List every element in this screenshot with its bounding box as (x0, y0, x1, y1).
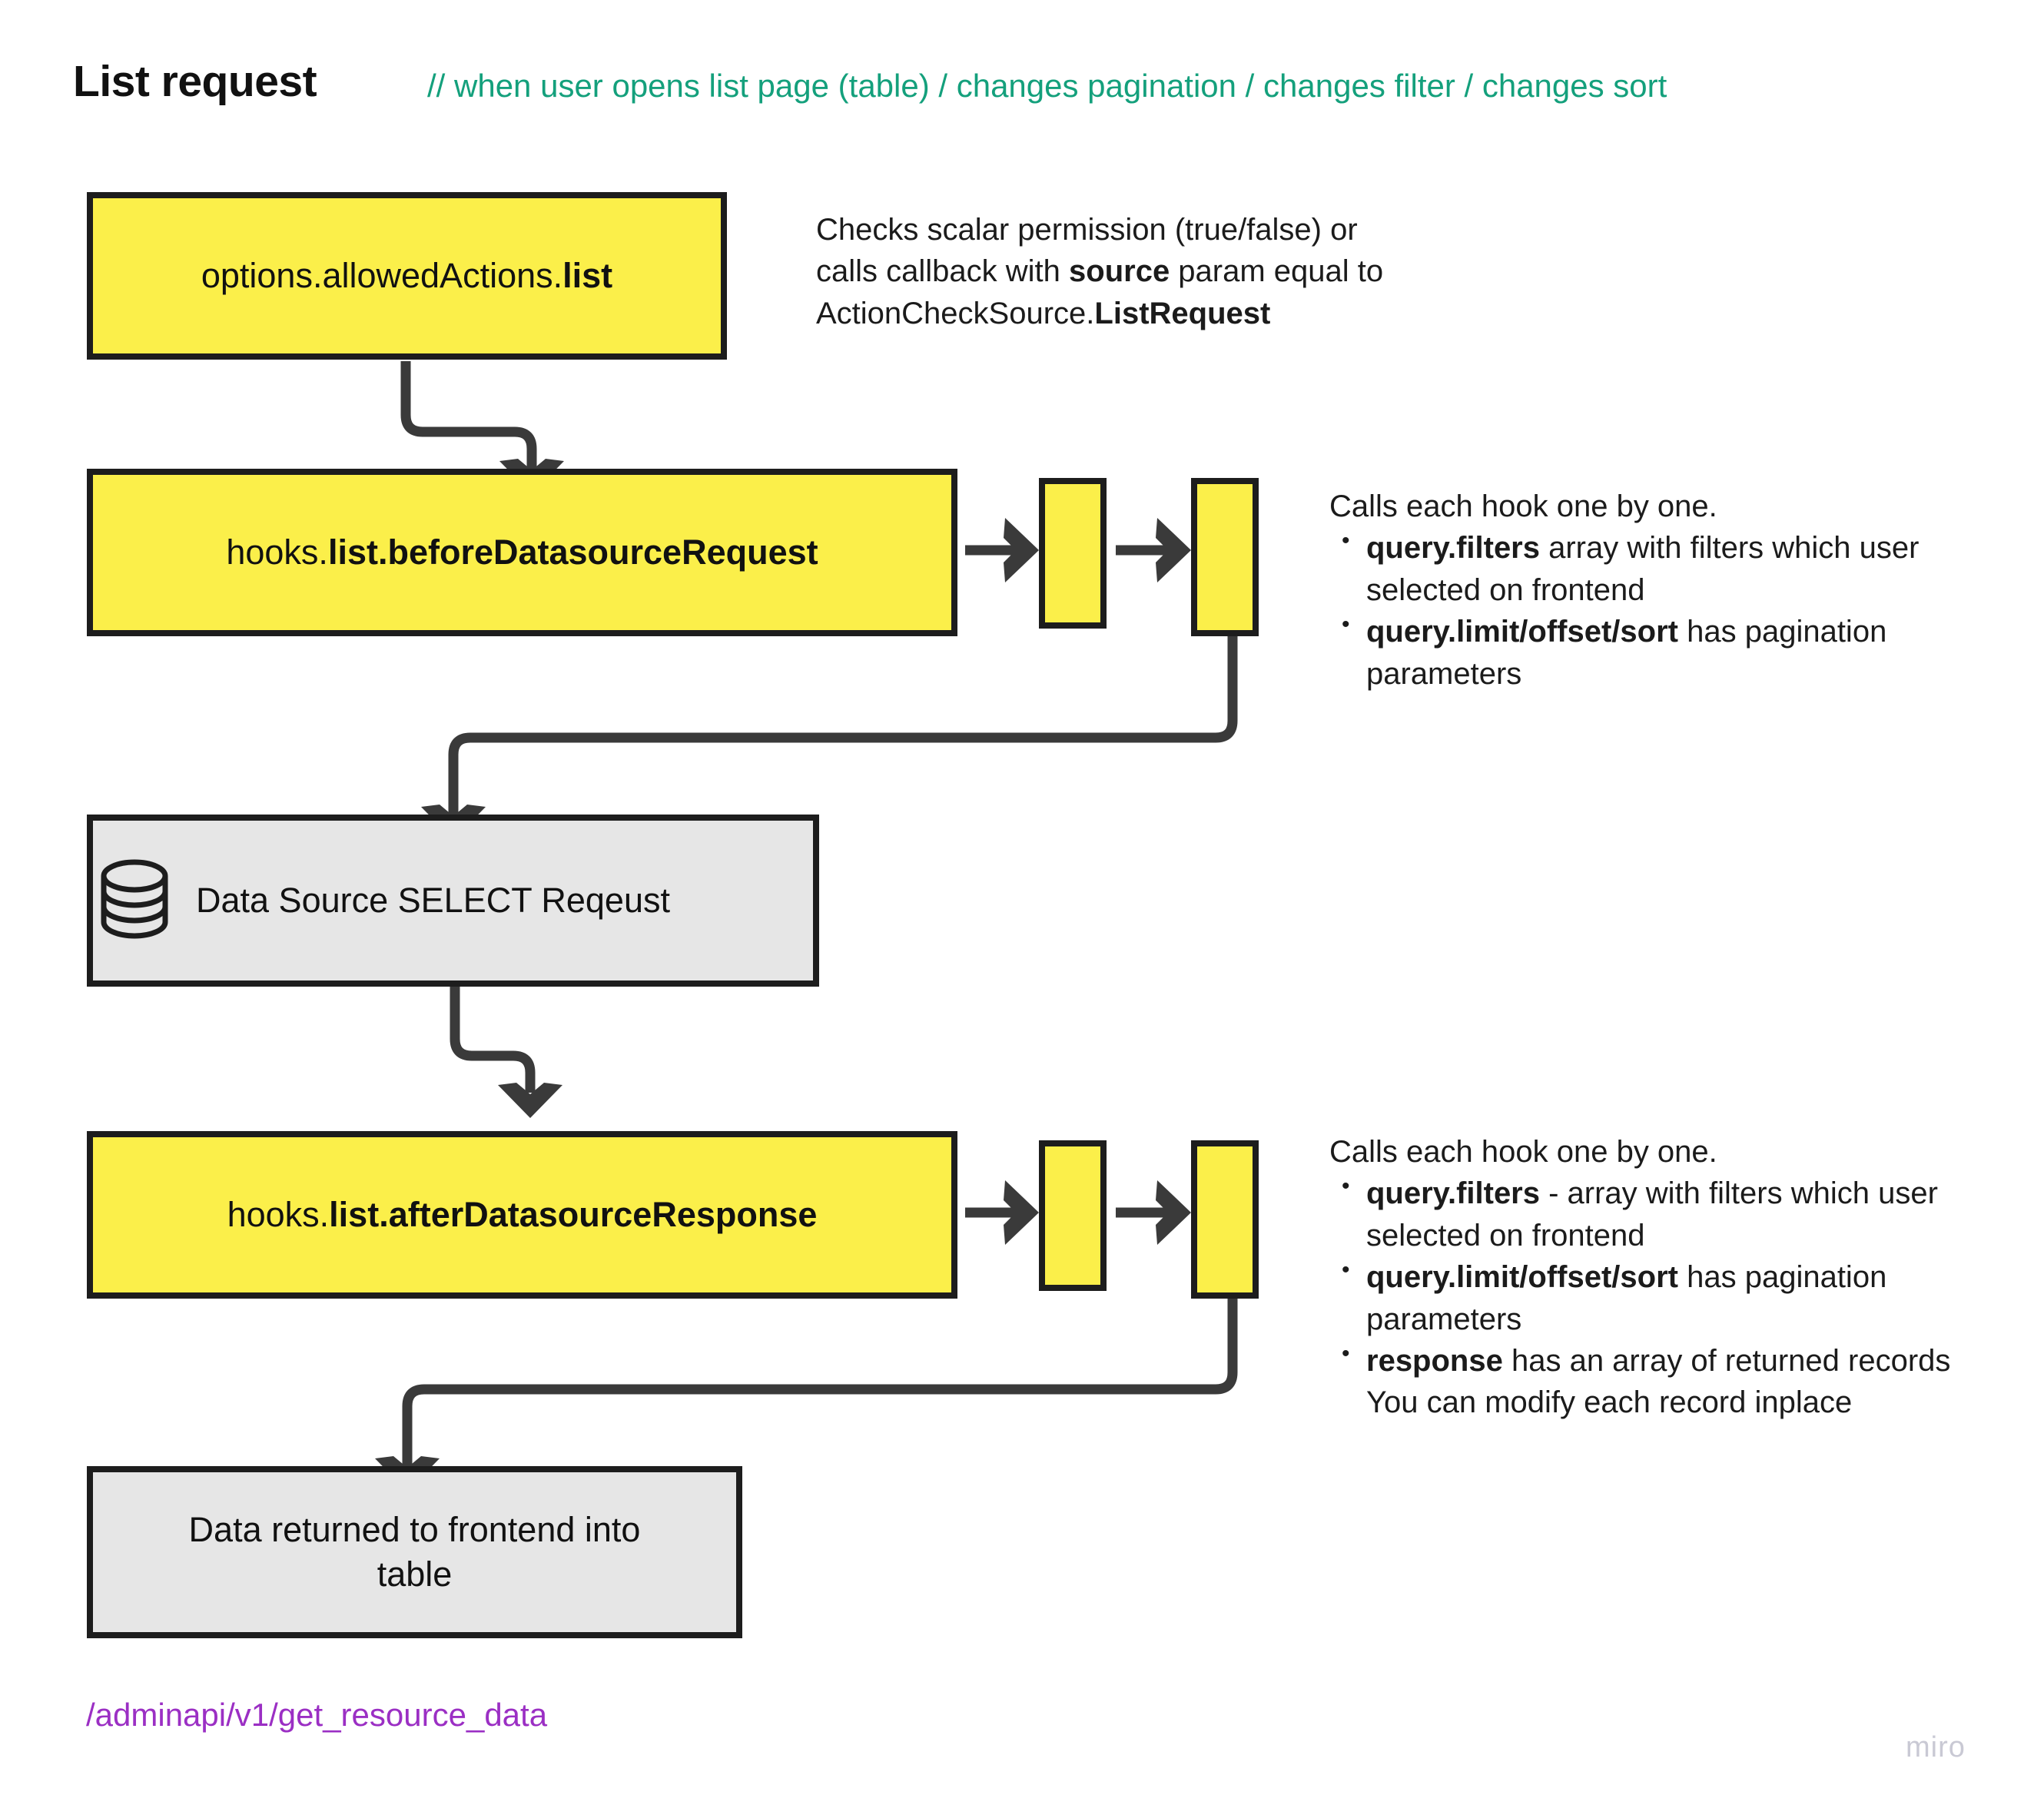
page-title: List request (73, 57, 317, 106)
node-result-label: Data returned to frontend into table (188, 1510, 641, 1594)
page-subtitle: // when user opens list page (table) / c… (427, 68, 1667, 104)
arrowhead-afterhook (498, 1083, 562, 1118)
node-allowed-actions-text: options.allowedActions. (201, 256, 563, 296)
node-allowed-actions-list[interactable]: options.allowedActions.list (87, 192, 727, 360)
list-item: query.filters array with filters which u… (1329, 526, 1936, 611)
node-before-hook-bold: list.beforeDatasourceRequest (327, 533, 818, 572)
list-item: query.limit/offset/sort has pagination p… (1329, 1255, 1967, 1340)
node-after-hook-label: hooks.list.afterDatasourceResponse (209, 1193, 836, 1237)
diagram-canvas: List request // when user opens list pag… (0, 0, 2044, 1805)
node-after-hook-bold: list.afterDatasourceResponse (329, 1195, 818, 1235)
chain-arrowhead-1a (1004, 518, 1039, 582)
annotation-permission-line3: ActionCheckSource.ListRequest (816, 296, 1271, 330)
list-item: response has an array of returned record… (1329, 1339, 1967, 1382)
node-before-datasource-request[interactable]: hooks.list.beforeDatasourceRequest (87, 469, 957, 636)
chain-arrowhead-2b (1156, 1180, 1191, 1245)
annotation-permission-line2: calls callback with source param equal t… (816, 254, 1384, 289)
datasource-row: Data Source SELECT Reqeust (93, 858, 670, 944)
chain-box-after-2[interactable] (1191, 1140, 1259, 1299)
endpoint-path: /adminapi/v1/get_resource_data (86, 1697, 548, 1733)
node-before-hook-label: hooks.list.beforeDatasourceRequest (207, 530, 836, 575)
node-data-returned-to-frontend[interactable]: Data returned to frontend into table (87, 1466, 742, 1638)
node-allowed-actions-label: options.allowedActions.list (183, 254, 631, 298)
database-icon (99, 858, 170, 944)
connector-datasource-to-afterhook (450, 987, 536, 1093)
chain-arrowhead-1b (1156, 518, 1191, 582)
annotation-permission-line1: Checks scalar permission (true/false) or (816, 213, 1358, 247)
node-datasource-label: Data Source SELECT Reqeust (196, 881, 670, 921)
connector-allowedactions-to-beforehook (400, 361, 537, 469)
chain-box-before-1[interactable] (1039, 478, 1107, 629)
annotation-before-hook-lead: Calls each hook one by one. (1329, 489, 1717, 523)
node-datasource-select-request[interactable]: Data Source SELECT Reqeust (87, 815, 819, 987)
chain-arrowhead-2a (1004, 1180, 1039, 1245)
annotation-after-hook: Calls each hook one by one. query.filter… (1329, 1131, 1967, 1424)
annotation-after-hook-trailing: You can modify each record inplace (1366, 1385, 1853, 1420)
list-item: query.limit/offset/sort has pagination p… (1329, 609, 1936, 695)
miro-watermark: miro (1906, 1731, 1966, 1764)
annotation-after-hook-lead: Calls each hook one by one. (1329, 1135, 1717, 1169)
node-after-hook-text: hooks. (227, 1195, 330, 1235)
node-allowed-actions-bold: list (562, 256, 613, 296)
list-item: query.filters - array with filters which… (1329, 1171, 1967, 1256)
connector-afterhook-to-result (402, 1291, 1238, 1466)
chain-box-before-2[interactable] (1191, 478, 1259, 636)
node-before-hook-text: hooks. (226, 533, 328, 572)
node-after-datasource-response[interactable]: hooks.list.afterDatasourceResponse (87, 1131, 957, 1299)
annotation-after-hook-list: query.filters - array with filters which… (1329, 1171, 1967, 1382)
chain-box-after-1[interactable] (1039, 1140, 1107, 1291)
annotation-before-hook: Calls each hook one by one. query.filter… (1329, 486, 1936, 695)
annotation-permission-check: Checks scalar permission (true/false) or… (816, 209, 1523, 334)
connector-beforehook-to-datasource (448, 636, 1238, 815)
annotation-before-hook-list: query.filters array with filters which u… (1329, 526, 1936, 695)
